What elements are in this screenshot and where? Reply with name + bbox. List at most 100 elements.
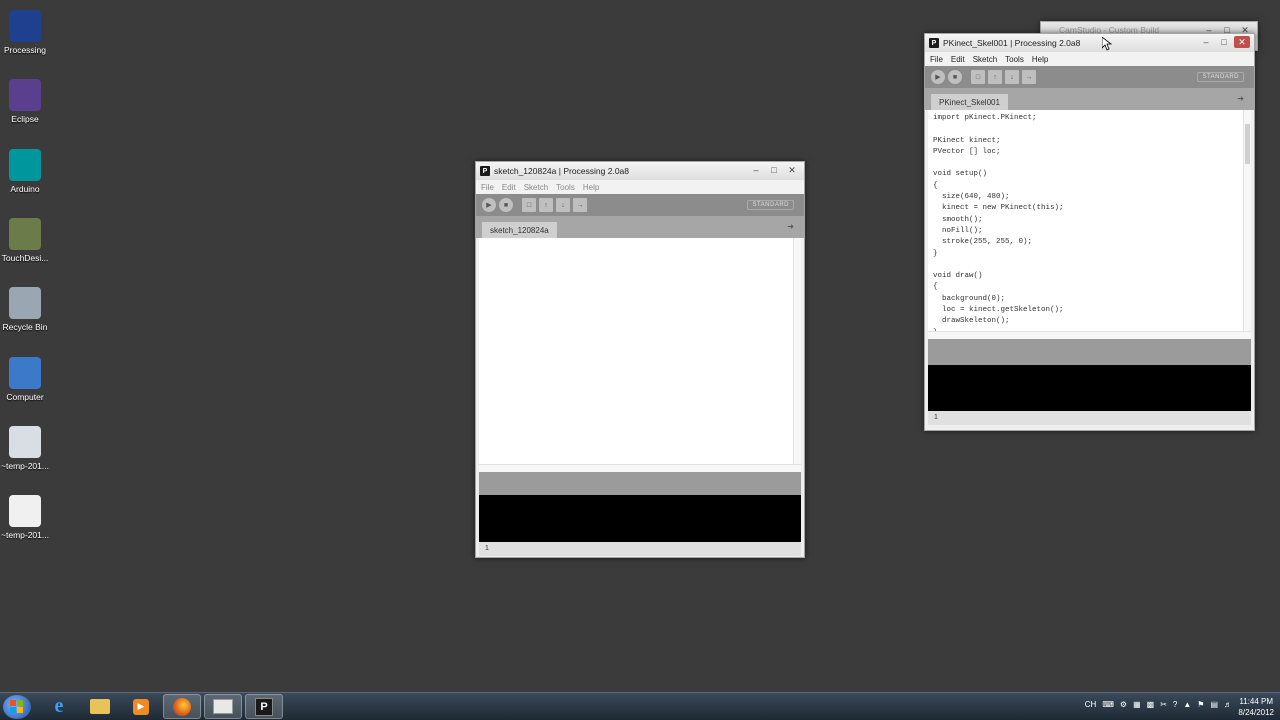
clock[interactable]: 11:44 PM 8/24/2012 bbox=[1238, 696, 1274, 718]
mode-selector[interactable]: STANDARD bbox=[747, 200, 794, 210]
flag-icon[interactable]: ⚑ bbox=[1197, 700, 1204, 709]
desktop-icon[interactable]: ~temp-201... bbox=[0, 495, 50, 540]
display-icon[interactable]: ▩ bbox=[1147, 700, 1155, 709]
system-tray: CH ⌨ ⚙ ▦ ▩ ✂ ? ▲ ⚑ ▤ ♬ bbox=[1085, 700, 1232, 709]
new-icon[interactable]: □ bbox=[522, 198, 536, 212]
taskbar-firefox[interactable] bbox=[163, 694, 201, 719]
new-icon[interactable]: □ bbox=[971, 70, 985, 84]
code-editor[interactable]: import pKinect.PKinect; PKinect kinect; PV… bbox=[928, 110, 1251, 339]
menu-help[interactable]: Help bbox=[1032, 55, 1048, 64]
desktop-icon[interactable]: Recycle Bin bbox=[0, 287, 50, 332]
code-text[interactable]: import pKinect.PKinect; PKinect kinect; PV… bbox=[928, 110, 1251, 339]
vertical-scrollbar[interactable] bbox=[793, 238, 801, 472]
settings-icon[interactable]: ⚙ bbox=[1120, 700, 1127, 709]
processing-icon: P bbox=[929, 38, 939, 48]
stop-icon[interactable]: ■ bbox=[499, 198, 513, 212]
menu-edit[interactable]: Edit bbox=[502, 183, 516, 192]
clock-time: 11:44 PM bbox=[1239, 697, 1274, 706]
menu-edit[interactable]: Edit bbox=[951, 55, 965, 64]
firefox-icon bbox=[173, 697, 191, 716]
keyboard-icon[interactable]: ⌨ bbox=[1102, 700, 1114, 709]
grid-icon[interactable]: ▦ bbox=[1133, 700, 1141, 709]
desktop-icon[interactable]: Processing bbox=[0, 10, 50, 55]
minimize-button[interactable]: – bbox=[1198, 36, 1214, 48]
desktop-icon-label: Recycle Bin bbox=[2, 322, 48, 333]
desktop-icon[interactable]: Eclipse bbox=[0, 79, 50, 124]
save-icon[interactable]: ↓ bbox=[556, 198, 570, 212]
tab-menu-arrow-icon[interactable]: ➜ bbox=[1237, 94, 1244, 103]
desktop-icon-label: Computer bbox=[6, 391, 44, 402]
show-hidden-icons-icon[interactable]: ▲ bbox=[1183, 700, 1191, 709]
network-icon[interactable]: ▤ bbox=[1210, 700, 1218, 709]
horizontal-scrollbar[interactable] bbox=[479, 464, 801, 472]
menu-file[interactable]: File bbox=[481, 183, 494, 192]
save-icon[interactable]: ↓ bbox=[1005, 70, 1019, 84]
close-button[interactable]: ✕ bbox=[784, 164, 800, 176]
taskbar-ie[interactable]: e bbox=[40, 694, 78, 719]
windows-logo-icon bbox=[10, 700, 23, 713]
export-icon[interactable]: → bbox=[1022, 70, 1036, 84]
menu-help[interactable]: Help bbox=[583, 183, 599, 192]
title-bar[interactable]: P sketch_120824a | Processing 2.0a8 – □ … bbox=[476, 162, 804, 180]
console bbox=[479, 495, 801, 542]
taskbar-camstudio[interactable] bbox=[204, 694, 242, 719]
horizontal-scrollbar[interactable] bbox=[928, 331, 1251, 339]
line-number: 1 bbox=[928, 411, 1251, 425]
desktop-icon[interactable]: Arduino bbox=[0, 148, 50, 194]
open-icon[interactable]: ↑ bbox=[539, 198, 553, 212]
menu-tools[interactable]: Tools bbox=[556, 183, 575, 192]
run-icon[interactable]: ▶ bbox=[482, 198, 496, 212]
vertical-scrollbar[interactable] bbox=[1243, 110, 1251, 339]
taskbar-processing[interactable]: P bbox=[245, 694, 283, 719]
code-line: PVector [] loc; bbox=[933, 147, 1001, 156]
export-icon[interactable]: → bbox=[573, 198, 587, 212]
processing-icon: P bbox=[255, 697, 273, 716]
tab-row: PKinect_Skel001 ➜ bbox=[925, 88, 1254, 110]
open-icon[interactable]: ↑ bbox=[988, 70, 1002, 84]
tab-sketch[interactable]: PKinect_Skel001 bbox=[931, 94, 1008, 110]
tab-sketch[interactable]: sketch_120824a bbox=[482, 222, 557, 238]
scissors-icon[interactable]: ✂ bbox=[1160, 700, 1167, 709]
computer-icon bbox=[9, 356, 41, 389]
maximize-button[interactable]: □ bbox=[1216, 36, 1232, 48]
video-file-icon bbox=[9, 425, 41, 458]
language-indicator[interactable]: CH bbox=[1085, 700, 1097, 709]
start-button[interactable] bbox=[3, 695, 31, 719]
volume-icon[interactable]: ♬ bbox=[1224, 700, 1232, 709]
sketch-window[interactable]: P sketch_120824a | Processing 2.0a8 – □ … bbox=[475, 161, 805, 558]
menu-sketch[interactable]: Sketch bbox=[973, 55, 997, 64]
taskbar-explorer[interactable] bbox=[81, 694, 119, 719]
menu-sketch[interactable]: Sketch bbox=[524, 183, 548, 192]
internet-explorer-icon: e bbox=[54, 695, 64, 717]
menu-tools[interactable]: Tools bbox=[1005, 55, 1024, 64]
maximize-button[interactable]: □ bbox=[766, 164, 782, 176]
code-editor[interactable] bbox=[479, 238, 801, 472]
desktop-icon[interactable]: TouchDesi... bbox=[0, 217, 50, 263]
menu-bar: File Edit Sketch Tools Help bbox=[925, 52, 1254, 66]
title-bar[interactable]: P PKinect_Skel001 | Processing 2.0a8 – □… bbox=[925, 34, 1254, 52]
processing-icon: P bbox=[480, 166, 490, 176]
message-area bbox=[928, 339, 1251, 365]
run-icon[interactable]: ▶ bbox=[931, 70, 945, 84]
scroll-thumb[interactable] bbox=[1245, 124, 1250, 164]
eclipse-icon bbox=[9, 79, 41, 112]
menu-file[interactable]: File bbox=[930, 55, 943, 64]
desktop-icon-label: ~temp-201... bbox=[1, 460, 49, 471]
desktop-icon[interactable]: ~temp-201... bbox=[0, 425, 50, 471]
tab-menu-arrow-icon[interactable]: ➜ bbox=[787, 222, 794, 231]
help-icon[interactable]: ? bbox=[1173, 700, 1177, 709]
minimize-button[interactable]: – bbox=[748, 164, 764, 176]
code-line: drawSkeleton(); bbox=[933, 317, 1010, 326]
taskbar: e ▶ P CH ⌨ ⚙ ▦ ▩ ✂ ? ▲ ⚑ ▤ ♬ 11:44 PM 8/… bbox=[0, 692, 1280, 720]
line-number: 1 bbox=[479, 542, 801, 556]
stop-icon[interactable]: ■ bbox=[948, 70, 962, 84]
taskbar-media-player[interactable]: ▶ bbox=[122, 694, 160, 719]
toolbar: ▶ ■ □ ↑ ↓ → STANDARD bbox=[476, 194, 804, 216]
media-player-icon: ▶ bbox=[133, 698, 149, 715]
close-button[interactable]: ✕ bbox=[1234, 36, 1250, 48]
pkinect-window[interactable]: P PKinect_Skel001 | Processing 2.0a8 – □… bbox=[924, 33, 1255, 431]
code-line: { bbox=[933, 181, 938, 190]
desktop-icon[interactable]: Computer bbox=[0, 356, 50, 402]
mode-selector[interactable]: STANDARD bbox=[1197, 72, 1244, 82]
